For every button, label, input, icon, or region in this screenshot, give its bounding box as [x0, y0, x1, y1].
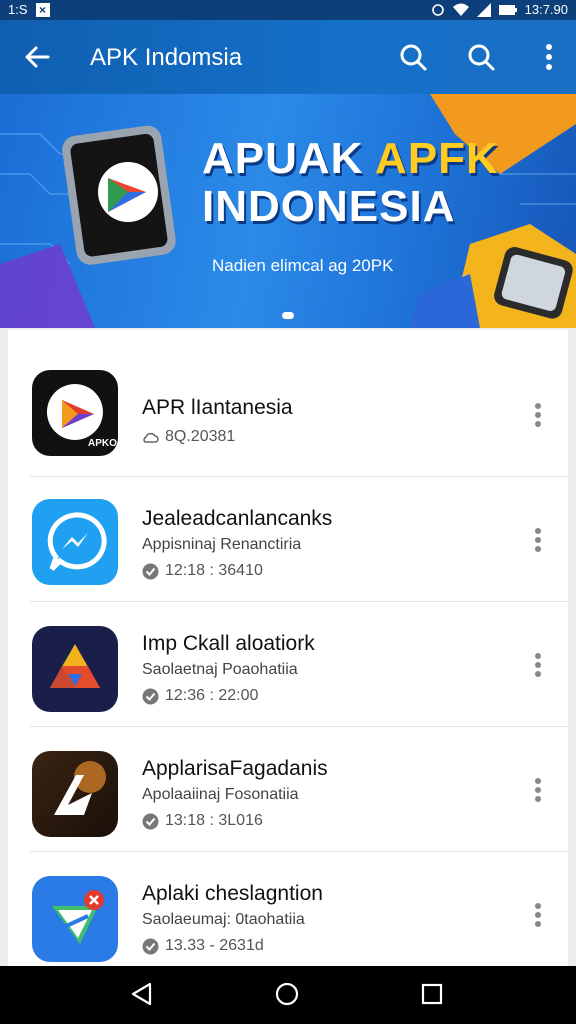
status-time: 13:7.90 — [524, 2, 568, 17]
list-item[interactable]: Aplaki cheslagntion Saolaeumaj: 0taohati… — [8, 852, 568, 970]
banner-title-white: APUAK — [202, 134, 376, 183]
status-bar: 1:S × 13:7.90 — [0, 0, 576, 20]
app-list: APKO APR lIantanesia 8Q.20381 Jealeadcan… — [8, 330, 568, 970]
app-developer: Saolaeumaj: 0taohatiia — [142, 911, 305, 928]
search-icon[interactable] — [466, 42, 496, 72]
app-name: ApplarisaFagadanis — [142, 757, 328, 780]
banner-title-accent: APFK — [375, 134, 499, 183]
more-vert-icon[interactable] — [534, 652, 542, 678]
app-bar: APK Indomsia — [0, 20, 576, 94]
recents-square-icon[interactable] — [421, 982, 443, 1006]
app-meta-text: 13.33 - 2631d — [165, 937, 264, 954]
app-meta-text: 12:18 : 36410 — [165, 562, 263, 579]
status-left-text: 1:S — [8, 2, 28, 17]
app-meta: 8Q.20381 — [142, 428, 235, 446]
list-item[interactable]: Imp Ckall aloatiork Saolaetnaj Poaohatii… — [8, 602, 568, 727]
home-circle-icon[interactable] — [275, 982, 299, 1006]
carousel-indicator[interactable] — [282, 312, 294, 319]
more-vert-icon[interactable] — [534, 527, 542, 553]
banner-title-line2: INDONESIA — [202, 182, 456, 231]
check-circle-icon — [142, 813, 159, 829]
app-meta-text: 13:18 : 3L016 — [165, 812, 263, 829]
wifi-icon — [452, 3, 469, 16]
battery-icon — [498, 4, 517, 15]
back-triangle-icon[interactable] — [130, 982, 152, 1006]
close-box-icon: × — [35, 2, 50, 17]
promo-banner[interactable]: APUAK APFK INDONESIA Nadien elimcal ag 2… — [0, 94, 576, 328]
back-arrow-icon[interactable] — [22, 42, 52, 72]
app-icon-drive — [32, 626, 118, 712]
app-developer: Appisninaj Renanctiria — [142, 536, 302, 553]
app-meta: 13:18 : 3L016 — [142, 812, 263, 830]
app-title: APK Indomsia — [90, 44, 243, 71]
check-circle-icon — [142, 563, 159, 579]
app-icon-apr: APKO — [32, 370, 118, 456]
list-item[interactable]: APKO APR lIantanesia 8Q.20381 — [8, 352, 568, 477]
cloud-icon — [143, 432, 159, 443]
check-circle-icon — [142, 688, 159, 704]
app-meta: 12:18 : 36410 — [142, 562, 263, 580]
more-vert-icon[interactable] — [534, 902, 542, 928]
list-item[interactable]: ApplarisaFagadanis Apolaaiinaj Fosonatii… — [8, 727, 568, 852]
app-meta: 13.33 - 2631d — [142, 937, 264, 955]
app-icon-messenger — [32, 499, 118, 585]
banner-title: APUAK APFK — [202, 134, 499, 184]
search-icon[interactable] — [398, 42, 428, 72]
banner-subtitle: Nadien elimcal ag 20PK — [212, 256, 394, 275]
more-vert-icon[interactable] — [534, 777, 542, 803]
app-name: Aplaki cheslagntion — [142, 882, 323, 905]
svg-text:APKO: APKO — [88, 438, 117, 449]
app-name: APR lIantanesia — [142, 396, 293, 419]
check-circle-icon — [142, 938, 159, 954]
app-icon-maps — [32, 876, 118, 962]
signal-icon — [476, 2, 491, 17]
more-vert-icon[interactable] — [534, 402, 542, 428]
app-meta-text: 12:36 : 22:00 — [165, 687, 259, 704]
alarm-icon — [431, 3, 444, 16]
app-name: Imp Ckall aloatiork — [142, 632, 315, 655]
app-developer: Apolaaiinaj Fosonatiia — [142, 786, 299, 803]
app-name: Jealeadcanlancanks — [142, 507, 333, 530]
more-vert-icon[interactable] — [544, 42, 554, 72]
app-meta: 12:36 : 22:00 — [142, 687, 258, 705]
app-meta-text: 8Q.20381 — [165, 428, 236, 445]
system-nav-bar — [0, 966, 576, 1024]
app-icon-logo — [32, 751, 118, 837]
app-developer: Saolaetnaj Poaohatiia — [142, 661, 298, 678]
list-item[interactable]: Jealeadcanlancanks Appisninaj Renanctiri… — [8, 477, 568, 602]
